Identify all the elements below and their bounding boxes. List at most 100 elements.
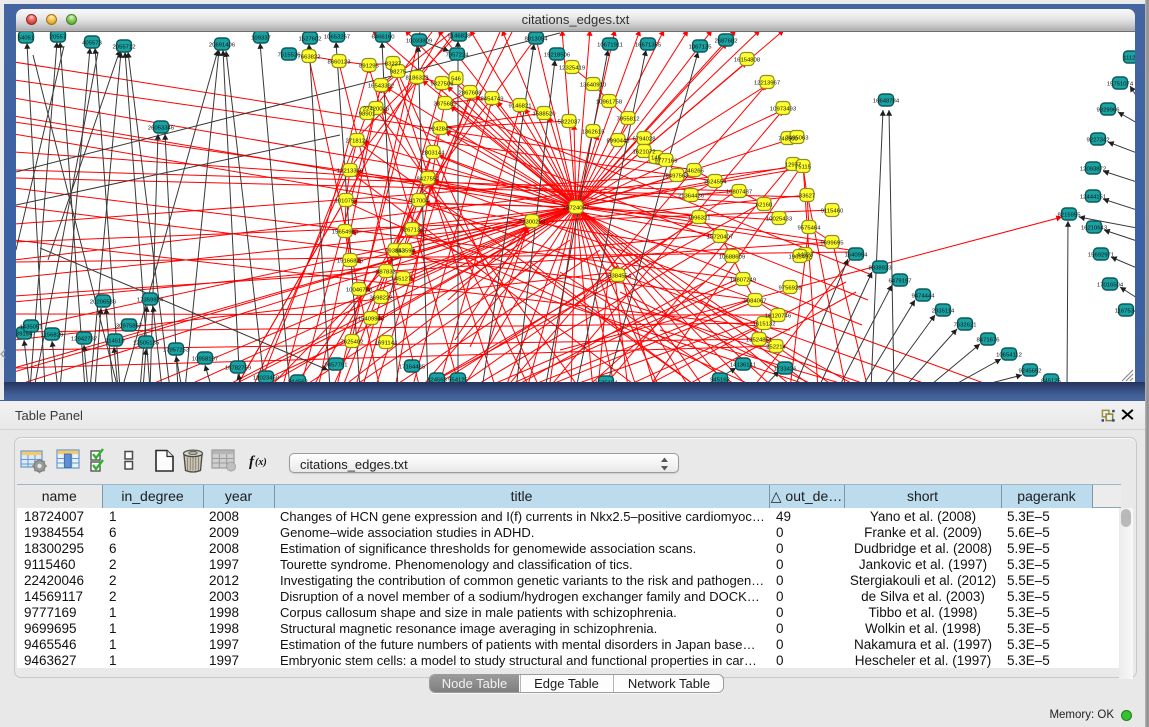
svg-text:9146821: 9146821 (509, 103, 532, 109)
svg-text:7625402: 7625402 (341, 339, 364, 345)
svg-text:1435051: 1435051 (20, 324, 43, 330)
svg-text:10958107: 10958107 (192, 356, 218, 362)
svg-text:16120746: 16120746 (765, 313, 792, 319)
svg-text:2718126: 2718126 (346, 138, 370, 144)
svg-text:62160: 62160 (756, 202, 773, 208)
svg-text:3267130: 3267130 (401, 227, 425, 233)
svg-text:9227342: 9227342 (1087, 137, 1110, 143)
svg-text:15751074: 15751074 (1107, 81, 1134, 87)
svg-text:8990448: 8990448 (607, 138, 631, 144)
svg-text:10807487: 10807487 (726, 189, 752, 195)
svg-text:19384554: 19384554 (605, 273, 632, 279)
svg-text:945163: 945163 (710, 377, 730, 382)
svg-text:887833: 887833 (376, 269, 396, 275)
svg-text:12213967: 12213967 (754, 80, 780, 86)
svg-text:2687682: 2687682 (715, 38, 738, 44)
svg-text:13524861: 13524861 (746, 337, 772, 343)
svg-text:10671911: 10671911 (597, 42, 623, 48)
svg-text:9146828: 9146828 (448, 33, 472, 39)
svg-text:20206536: 20206536 (90, 299, 117, 305)
svg-text:5322037: 5322037 (558, 119, 581, 125)
svg-text:19166825: 19166825 (337, 258, 364, 264)
svg-text:83227: 83227 (385, 61, 401, 67)
svg-text:16154808: 16154808 (734, 57, 761, 63)
svg-text:16782759: 16782759 (225, 365, 251, 371)
svg-text:2867608: 2867608 (459, 90, 483, 96)
svg-text:9329966: 9329966 (1097, 107, 1121, 113)
svg-text:8186323: 8186323 (406, 75, 430, 81)
svg-text:1010755: 1010755 (335, 198, 359, 204)
svg-text:845125: 845125 (1041, 378, 1061, 382)
svg-text:891295: 891295 (359, 63, 379, 69)
svg-text:17957253: 17957253 (163, 347, 190, 353)
svg-text:1615132: 1615132 (753, 321, 776, 327)
svg-text:17016504: 17016504 (1097, 282, 1124, 288)
svg-text:8454749: 8454749 (481, 96, 504, 102)
svg-text:944562: 944562 (288, 379, 308, 382)
svg-text:8471676: 8471676 (977, 337, 1001, 343)
svg-text:109337: 109337 (251, 35, 271, 41)
svg-text:1965492: 1965492 (789, 254, 812, 260)
svg-text:405573: 405573 (82, 40, 102, 46)
svg-text:10046788: 10046788 (346, 287, 373, 293)
svg-text:(x): (x) (255, 457, 267, 468)
svg-text:9777169: 9777169 (655, 158, 678, 164)
svg-text:8660123: 8660123 (328, 59, 352, 65)
svg-text:1996321: 1996321 (688, 215, 711, 221)
svg-text:2935114: 2935114 (932, 308, 955, 314)
svg-text:12093872: 12093872 (1080, 166, 1106, 172)
svg-text:16648784: 16648784 (873, 98, 900, 104)
svg-text:6794028: 6794028 (633, 136, 657, 142)
svg-text:746266: 746266 (684, 168, 704, 174)
svg-text:16210643: 16210643 (1081, 225, 1108, 231)
svg-text:17359924: 17359924 (137, 297, 164, 303)
svg-text:98901: 98901 (359, 111, 375, 117)
svg-text:20691406: 20691406 (209, 42, 236, 48)
svg-text:10653267: 10653267 (324, 34, 350, 40)
svg-text:1691144: 1691144 (375, 340, 398, 346)
svg-text:7663822: 7663822 (298, 54, 321, 60)
svg-text:1527602: 1527602 (299, 36, 322, 42)
svg-text:9115460: 9115460 (821, 208, 844, 214)
svg-text:12942737: 12942737 (71, 336, 97, 342)
svg-text:9699695: 9699695 (821, 240, 845, 246)
svg-text:8427552: 8427552 (417, 176, 440, 182)
svg-text:54051: 54051 (18, 35, 34, 41)
svg-text:10973493: 10973493 (770, 106, 797, 112)
svg-text:30975867: 30975867 (116, 323, 142, 329)
svg-text:124563: 124563 (427, 377, 447, 382)
svg-text:10654112: 10654112 (996, 352, 1022, 358)
svg-text:954125: 954125 (448, 377, 468, 382)
svg-text:13640910: 13640910 (580, 82, 607, 88)
svg-text:1167534: 1167534 (1115, 308, 1135, 314)
svg-text:98275: 98275 (390, 69, 407, 75)
svg-text:12505135: 12505135 (133, 340, 160, 346)
svg-text:9575464: 9575464 (798, 225, 822, 231)
svg-text:12444151: 12444151 (1080, 194, 1106, 200)
svg-text:16543382: 16543382 (368, 83, 394, 89)
svg-text:1067135: 1067135 (689, 44, 713, 50)
svg-text:2803144: 2803144 (422, 150, 446, 156)
svg-text:9474444: 9474444 (912, 293, 936, 299)
svg-text:14136141: 14136141 (730, 362, 756, 368)
svg-text:33627: 33627 (799, 193, 815, 199)
svg-text:9457791: 9457791 (325, 362, 348, 368)
svg-text:17164485: 17164485 (399, 364, 426, 370)
svg-text:11123: 11123 (1123, 55, 1135, 61)
svg-text:12213369: 12213369 (337, 168, 363, 174)
svg-text:39154: 39154 (16, 331, 33, 337)
svg-text:9084067: 9084067 (744, 298, 767, 304)
svg-text:1733426: 1733426 (774, 366, 798, 372)
svg-text:15692971: 15692971 (1088, 252, 1114, 258)
svg-text:20557: 20557 (50, 34, 66, 40)
svg-text:1156829: 1156829 (41, 332, 64, 338)
svg-text:15409948: 15409948 (358, 316, 385, 322)
svg-text:1362615: 1362615 (582, 129, 606, 135)
svg-text:15720407: 15720407 (707, 234, 733, 240)
svg-text:3624554: 3624554 (704, 179, 728, 185)
svg-text:10688609: 10688609 (719, 254, 745, 260)
svg-text:10033809: 10033809 (406, 38, 432, 44)
svg-text:7357224: 7357224 (446, 52, 470, 58)
svg-text:1588520: 1588520 (533, 111, 557, 117)
svg-text:7485063: 7485063 (786, 135, 810, 141)
